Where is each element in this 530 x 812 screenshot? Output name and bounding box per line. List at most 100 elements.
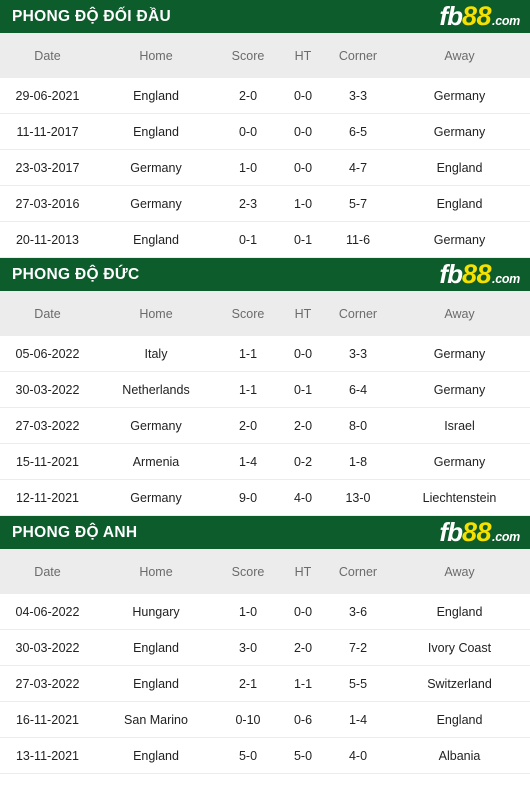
cell-away-team: England <box>436 160 483 175</box>
table-row[interactable]: 27-03-2022 England 2-1 1-1 5-5 Switzerland <box>0 665 530 702</box>
cell-away-team: England <box>436 604 483 619</box>
cell-halftime-score: 0-1 <box>293 232 313 247</box>
cell-corner: 1-8 <box>348 454 368 469</box>
cell-halftime-score: 0-0 <box>293 124 313 139</box>
column-header-home: Home <box>139 306 173 321</box>
cell-corner: 3-3 <box>348 346 368 361</box>
logo-text-88: 88 <box>461 259 492 289</box>
column-header-ht: HT <box>294 564 312 579</box>
column-header-corner: Corner <box>338 306 378 321</box>
table-row[interactable]: 30-03-2022 Netherlands 1-1 0-1 6-4 Germany <box>0 371 530 408</box>
cell-corner: 4-0 <box>348 748 368 763</box>
column-header-corner: Corner <box>338 564 378 579</box>
cell-corner: 11-6 <box>345 232 371 247</box>
section-title: PHONG ĐỘ ANH <box>12 523 138 541</box>
cell-corner: 4-7 <box>348 160 368 175</box>
column-header-away: Away <box>444 306 475 321</box>
cell-score: 2-1 <box>238 676 258 691</box>
cell-corner: 7-2 <box>348 640 368 655</box>
table-row[interactable]: 30-03-2022 England 3-0 2-0 7-2 Ivory Coast <box>0 629 530 666</box>
cell-home-team: England <box>133 88 179 103</box>
table-row[interactable]: 23-03-2017 Germany 1-0 0-0 4-7 England <box>0 149 530 186</box>
logo-text-com: .com <box>492 272 520 286</box>
column-header-ht: HT <box>294 48 312 63</box>
cell-halftime-score: 0-6 <box>293 712 313 727</box>
cell-home-team: Armenia <box>132 454 180 469</box>
cell-away-team: Germany <box>433 124 486 139</box>
cell-away-team: Germany <box>433 346 486 361</box>
cell-halftime-score: 2-0 <box>293 418 313 433</box>
table-row[interactable]: 11-11-2017 England 0-0 0-0 6-5 Germany <box>0 113 530 150</box>
column-header-away: Away <box>444 48 475 63</box>
table-header-row: Date Home Score HT Corner Away <box>0 33 530 78</box>
cell-home-team: Germany <box>130 160 182 175</box>
column-header-home: Home <box>139 564 173 579</box>
table-row[interactable]: 29-06-2021 England 2-0 0-0 3-3 Germany <box>0 78 530 114</box>
cell-halftime-score: 0-0 <box>293 88 313 103</box>
cell-date: 20-11-2013 <box>15 232 79 247</box>
cell-score: 1-0 <box>238 160 258 175</box>
match-table: Date Home Score HT Corner Away 05-06-2022 Italy… <box>0 291 530 516</box>
cell-halftime-score: 1-1 <box>293 676 313 691</box>
table-row[interactable]: 05-06-2022 Italy 1-1 0-0 3-3 Germany <box>0 336 530 372</box>
cell-score: 1-1 <box>238 382 258 397</box>
cell-away-team: Germany <box>433 382 486 397</box>
cell-date: 04-06-2022 <box>15 604 80 619</box>
cell-score: 2-3 <box>238 196 258 211</box>
cell-date: 27-03-2022 <box>15 676 80 691</box>
cell-corner: 5-5 <box>348 676 368 691</box>
table-row[interactable]: 27-03-2016 Germany 2-3 1-0 5-7 England <box>0 185 530 222</box>
table-header-row: Date Home Score HT Corner Away <box>0 291 530 336</box>
table-row[interactable]: 16-11-2021 San Marino 0-10 0-6 1-4 England <box>0 701 530 738</box>
section-title: PHONG ĐỘ ĐỨC <box>12 265 140 283</box>
cell-date: 12-11-2021 <box>15 490 79 505</box>
section-title: PHONG ĐỘ ĐỐI ĐẦU <box>12 7 171 25</box>
cell-home-team: Italy <box>144 346 168 361</box>
cell-score: 0-1 <box>238 232 258 247</box>
cell-halftime-score: 0-2 <box>293 454 313 469</box>
table-row[interactable]: 20-11-2013 England 0-1 0-1 11-6 Germany <box>0 221 530 258</box>
table-row[interactable]: 04-06-2022 Hungary 1-0 0-0 3-6 England <box>0 594 530 630</box>
cell-corner: 6-5 <box>348 124 368 139</box>
cell-halftime-score: 0-0 <box>293 604 313 619</box>
cell-score: 9-0 <box>238 490 258 505</box>
logo-text-com: .com <box>492 530 520 544</box>
section-header: PHONG ĐỘ ĐỐI ĐẦU fb 88 .com <box>0 0 530 33</box>
table-row[interactable]: 13-11-2021 England 5-0 5-0 4-0 Albania <box>0 737 530 774</box>
table-row[interactable]: 27-03-2022 Germany 2-0 2-0 8-0 Israel <box>0 407 530 444</box>
cell-corner: 13-0 <box>345 490 371 505</box>
column-header-date: Date <box>34 306 61 321</box>
cell-halftime-score: 1-0 <box>293 196 313 211</box>
cell-away-team: Germany <box>433 454 486 469</box>
column-header-score: Score <box>231 564 265 579</box>
cell-date: 30-03-2022 <box>15 382 80 397</box>
cell-home-team: San Marino <box>124 712 188 727</box>
cell-home-team: Germany <box>130 418 182 433</box>
cell-home-team: Germany <box>130 490 182 505</box>
table-row[interactable]: 12-11-2021 Germany 9-0 4-0 13-0 Liechtenstein <box>0 479 530 516</box>
cell-halftime-score: 5-0 <box>293 748 313 763</box>
cell-date: 30-03-2022 <box>15 640 80 655</box>
fb88-logo[interactable]: fb 88 .com <box>439 3 522 30</box>
match-table: Date Home Score HT Corner Away 29-06-2021 Engla… <box>0 33 530 258</box>
cell-corner: 3-3 <box>348 88 368 103</box>
cell-score: 5-0 <box>238 748 258 763</box>
cell-halftime-score: 0-1 <box>293 382 313 397</box>
column-header-date: Date <box>34 564 61 579</box>
cell-corner: 5-7 <box>348 196 368 211</box>
cell-away-team: Germany <box>433 232 486 247</box>
cell-score: 1-4 <box>238 454 258 469</box>
cell-score: 3-0 <box>238 640 258 655</box>
logo-text-com: .com <box>492 14 520 28</box>
table-row[interactable]: 15-11-2021 Armenia 1-4 0-2 1-8 Germany <box>0 443 530 480</box>
cell-halftime-score: 2-0 <box>293 640 313 655</box>
fb88-logo[interactable]: fb 88 .com <box>439 519 522 546</box>
cell-away-team: Israel <box>444 418 475 433</box>
cell-halftime-score: 0-0 <box>293 160 313 175</box>
cell-home-team: England <box>133 676 179 691</box>
fb88-logo[interactable]: fb 88 .com <box>439 261 522 288</box>
table-header-row: Date Home Score HT Corner Away <box>0 549 530 594</box>
logo-text-88: 88 <box>461 517 492 547</box>
cell-corner: 6-4 <box>348 382 368 397</box>
section-header: PHONG ĐỘ ANH fb 88 .com <box>0 516 530 549</box>
